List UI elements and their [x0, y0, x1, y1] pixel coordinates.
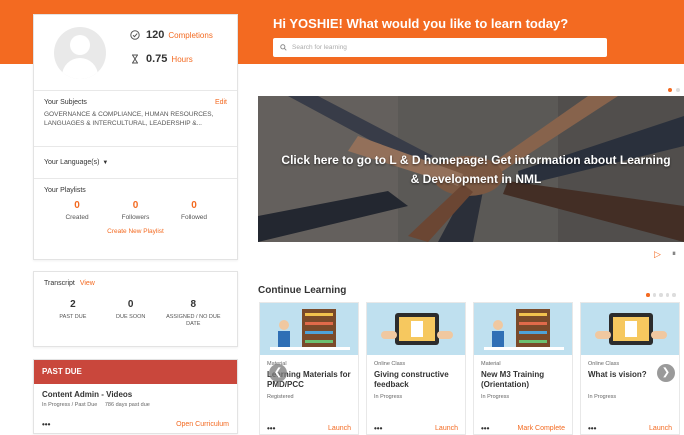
banner-dot-1[interactable]: [668, 88, 672, 92]
continue-learning-title: Continue Learning: [258, 285, 347, 296]
profile-card: 120 Completions 0.75 Hours Your Subjects…: [33, 14, 238, 260]
course-card[interactable]: Material New M3 Training (Orientation) I…: [473, 302, 573, 435]
followers-label: Followers: [121, 214, 150, 221]
transcript-view-link[interactable]: View: [80, 280, 95, 287]
mark-complete-button[interactable]: Mark Complete: [518, 425, 565, 432]
subjects-list: GOVERNANCE & COMPLIANCE, HUMAN RESOURCES…: [44, 111, 214, 127]
hours-stat: 0.75 Hours: [130, 53, 193, 65]
check-circle-icon: [130, 30, 140, 40]
course-title[interactable]: New M3 Training (Orientation): [481, 370, 565, 390]
search-input[interactable]: Search for learning: [273, 38, 607, 57]
caret-down-icon: ▼: [102, 159, 109, 166]
search-placeholder: Search for learning: [292, 44, 347, 51]
banner-text: Click here to go to L & D homepage! Get …: [281, 153, 671, 186]
course-more-menu[interactable]: •••: [481, 424, 489, 433]
avatar[interactable]: [54, 27, 106, 79]
due-soon-value: 0: [127, 299, 134, 310]
open-curriculum-button[interactable]: Open Curriculum: [176, 421, 229, 428]
transcript-card: Transcript View 2 PAST DUE 0 DUE SOON 8 …: [33, 271, 238, 347]
hours-value: 0.75: [146, 53, 168, 65]
pause-icon[interactable]: ⏸: [672, 249, 676, 259]
subjects-title: Your Subjects: [44, 99, 87, 106]
hours-label[interactable]: Hours: [171, 55, 192, 64]
course-more-menu[interactable]: •••: [588, 424, 596, 433]
completions-stat: 120 Completions: [130, 29, 213, 41]
tablet-illustration: [367, 303, 465, 355]
search-icon: [280, 44, 287, 51]
playlists-section: Your Playlists 0 Created 0 Followers 0 F…: [34, 179, 237, 261]
due-soon-label: DUE SOON: [116, 314, 146, 320]
course-card[interactable]: Online Class Giving constructive feedbac…: [366, 302, 466, 435]
transcript-assigned[interactable]: 8 ASSIGNED / NO DUE DATE: [160, 299, 227, 328]
cl-dot-4[interactable]: [665, 293, 669, 297]
created-label: Created: [65, 214, 89, 221]
followers-value: 0: [132, 200, 139, 211]
transcript-title: Transcript: [44, 280, 75, 287]
course-status: Registered: [267, 394, 294, 400]
past-due-status: In Progress / Past Due: [42, 402, 98, 408]
ld-banner[interactable]: Click here to go to L & D homepage! Get …: [258, 96, 684, 242]
course-type: Material: [481, 361, 501, 367]
profile-summary: 120 Completions 0.75 Hours: [34, 15, 237, 91]
course-more-menu[interactable]: •••: [374, 424, 382, 433]
completions-value: 120: [146, 29, 165, 41]
transcript-header: Transcript View: [44, 280, 227, 287]
course-status: In Progress: [588, 394, 617, 400]
followed-label: Followed: [180, 214, 207, 221]
past-due-label: PAST DUE: [59, 314, 87, 320]
playlists-title: Your Playlists: [44, 187, 86, 194]
left-column: 120 Completions 0.75 Hours Your Subjects…: [33, 14, 238, 434]
past-due-more-menu[interactable]: •••: [42, 420, 50, 429]
course-status: In Progress: [481, 394, 510, 400]
course-launch-button[interactable]: Launch: [435, 425, 458, 432]
playlist-followed[interactable]: 0 Followed: [169, 200, 219, 221]
past-due-title[interactable]: Content Admin - Videos: [42, 390, 229, 399]
assigned-value: 8: [190, 299, 197, 310]
course-launch-button[interactable]: Launch: [328, 425, 351, 432]
library-illustration: [474, 303, 572, 355]
play-icon[interactable]: ▷: [654, 249, 661, 260]
carousel-prev-icon[interactable]: ❮: [269, 364, 287, 382]
carousel-next-icon[interactable]: ❯: [657, 364, 675, 382]
past-due-meta: In Progress / Past Due 786 days past due: [42, 402, 229, 408]
tablet-illustration: [581, 303, 679, 355]
transcript-due-soon[interactable]: 0 DUE SOON: [102, 299, 160, 328]
hourglass-icon: [132, 54, 138, 64]
completions-label[interactable]: Completions: [168, 31, 212, 40]
banner-pagination: [668, 88, 680, 92]
library-illustration: [260, 303, 358, 355]
course-launch-button[interactable]: Launch: [649, 425, 672, 432]
transcript-stats: 2 PAST DUE 0 DUE SOON 8 ASSIGNED / NO DU…: [44, 299, 227, 328]
course-more-menu[interactable]: •••: [267, 424, 275, 433]
transcript-past-due[interactable]: 2 PAST DUE: [44, 299, 102, 328]
banner-dot-2[interactable]: [676, 88, 680, 92]
cl-dot-5[interactable]: [672, 293, 676, 297]
past-due-card: PAST DUE Content Admin - Videos In Progr…: [33, 359, 238, 434]
greeting-title: Hi YOSHIE! What would you like to learn …: [273, 16, 569, 31]
past-due-value: 2: [70, 299, 76, 310]
course-title[interactable]: Giving constructive feedback: [374, 370, 458, 390]
continue-learning-pagination: [646, 293, 676, 297]
subjects-edit-link[interactable]: Edit: [215, 99, 227, 106]
followed-value: 0: [191, 200, 197, 211]
playlist-followers[interactable]: 0 Followers: [111, 200, 161, 221]
past-due-days: 786 days past due: [104, 402, 150, 408]
assigned-label: ASSIGNED / NO DUE DATE: [166, 314, 221, 327]
cl-dot-1[interactable]: [646, 293, 650, 297]
created-value: 0: [74, 200, 80, 211]
languages-section[interactable]: Your Language(s) ▼: [34, 147, 237, 179]
create-playlist-link[interactable]: Create New Playlist: [44, 228, 227, 235]
course-status: In Progress: [374, 394, 403, 400]
playlist-stats: 0 Created 0 Followers 0 Followed: [44, 200, 227, 221]
subjects-section: Your Subjects Edit GOVERNANCE & COMPLIAN…: [34, 91, 237, 147]
past-due-header: PAST DUE: [34, 360, 237, 384]
course-type: Online Class: [374, 361, 406, 367]
playlist-created[interactable]: 0 Created: [52, 200, 102, 221]
cl-dot-2[interactable]: [652, 293, 656, 297]
past-due-item: Content Admin - Videos In Progress / Pas…: [34, 384, 237, 435]
cl-dot-3[interactable]: [659, 293, 663, 297]
languages-dropdown[interactable]: Your Language(s): [44, 159, 99, 166]
